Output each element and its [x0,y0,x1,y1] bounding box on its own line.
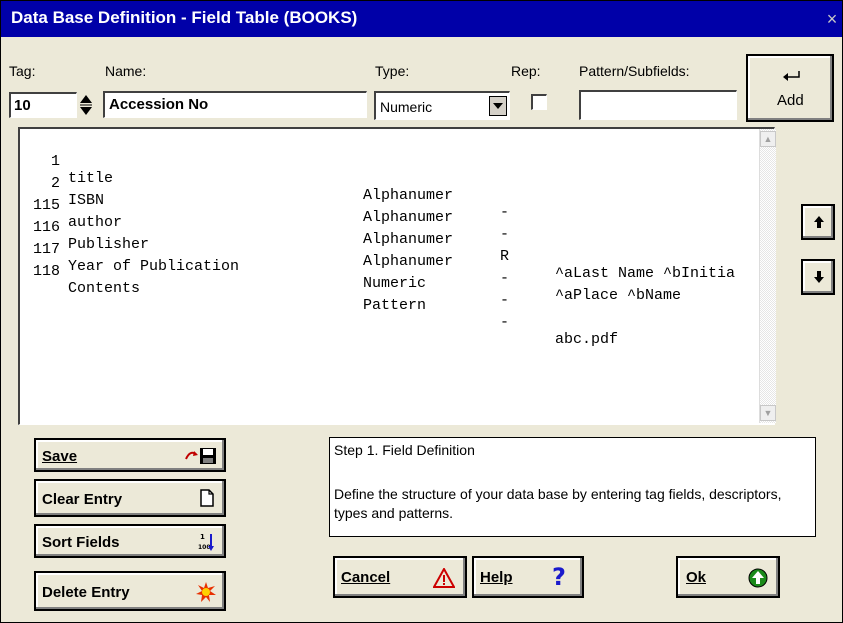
name-input-value: Accession No [109,96,209,113]
sort-icon: 1 100 [198,533,214,551]
help-button[interactable]: Help ? [472,556,584,598]
rep-label: Rep: [511,63,541,79]
list-item[interactable]: 115 author Alphanumer R ^aLast Name ^bIn… [24,180,735,282]
pattern-label: Pattern/Subfields: [579,63,690,79]
field-pattern: ^aLast Name ^bInitia [555,265,736,282]
tag-spinner[interactable] [79,93,93,117]
arrow-down-icon [814,271,824,283]
scroll-up-icon[interactable]: ▲ [760,131,776,147]
svg-text:1: 1 [200,533,205,541]
save-disk-icon [185,448,216,464]
name-input[interactable]: Accession No [103,91,367,118]
add-button-label: Add [777,92,804,109]
list-scrollbar[interactable]: ▲ ▼ [759,129,776,423]
list-item[interactable]: 116 Publisher Alphanumer - ^aPlace ^bNam… [24,202,681,304]
field-list[interactable]: 1 title Alphanumer - 2 ISBN Alphanumer -… [18,127,776,425]
field-rep: R [500,248,510,265]
field-tag: 118 [32,263,60,280]
field-rep: - [500,270,510,287]
type-label: Type: [375,63,410,79]
close-icon[interactable]: × [822,5,842,33]
field-type: Alphanumer [363,187,454,204]
tag-label: Tag: [9,63,36,79]
window-title: Data Base Definition - Field Table (BOOK… [11,8,358,27]
svg-text:?: ? [552,564,566,590]
type-select-value: Numeric [380,99,433,115]
ok-button[interactable]: Ok [676,556,780,598]
cancel-button-label: Cancel [341,569,391,586]
clear-entry-button[interactable]: Clear Entry [34,479,226,517]
save-button[interactable]: Save [34,438,226,472]
save-button-label: Save [42,448,78,465]
explosion-icon [196,582,216,602]
field-rep: - [500,204,510,221]
sort-fields-button[interactable]: Sort Fields 1 100 [34,524,226,558]
field-type: Alphanumer [363,209,454,226]
step-help-panel: Step 1. Field Definition Define the stru… [329,437,816,537]
field-name: Contents [68,280,141,297]
move-down-button[interactable] [801,259,835,295]
help-button-label: Help [480,569,513,586]
svg-text:100: 100 [198,544,211,551]
list-item[interactable]: 2 ISBN Alphanumer - [24,158,509,243]
list-item[interactable]: 1 title Alphanumer - [24,136,509,221]
field-rep: - [500,292,510,309]
list-item[interactable]: 117 Year of Publication Numeric - [24,224,509,309]
chevron-down-icon [493,103,503,109]
ok-button-label: Ok [686,569,707,586]
field-table-dialog: Data Base Definition - Field Table (BOOK… [0,0,843,623]
help-heading: Step 1. Field Definition [334,442,475,458]
rep-checkbox[interactable] [531,94,547,110]
field-rep: - [500,226,510,243]
title-bar: Data Base Definition - Field Table (BOOK… [1,1,842,37]
field-name: Year of Publication [68,258,240,275]
green-up-arrow-icon [748,568,768,588]
pattern-input[interactable] [579,90,737,120]
clear-entry-button-label: Clear Entry [42,491,123,508]
tag-input-value: 10 [14,97,31,114]
field-name: Publisher [68,236,150,253]
arrow-up-icon [814,216,824,228]
field-type: Pattern [363,297,427,314]
question-icon: ? [552,564,566,590]
name-label: Name: [105,63,147,79]
field-type: Numeric [363,275,427,292]
help-body: Define the structure of your data base b… [334,486,782,521]
field-pattern: ^aPlace ^bName [555,287,682,304]
new-document-icon [200,489,214,507]
delete-entry-button[interactable]: Delete Entry [34,571,226,611]
cancel-button[interactable]: Cancel [333,556,467,598]
add-button[interactable]: Add [746,54,834,122]
move-up-button[interactable] [801,204,835,240]
enter-icon [783,71,800,81]
field-type: Alphanumer [363,253,454,270]
tag-input[interactable]: 10 [9,92,77,118]
field-rep: - [500,314,510,331]
sort-fields-button-label: Sort Fields [42,534,120,551]
list-item[interactable]: 118 Contents Pattern - abc.pdf [24,246,618,348]
type-select[interactable]: Numeric [374,91,510,120]
field-pattern: abc.pdf [555,331,619,348]
type-dropdown-button[interactable] [489,96,507,116]
scroll-down-icon[interactable]: ▼ [760,405,776,421]
delete-entry-button-label: Delete Entry [42,584,130,601]
field-type: Alphanumer [363,231,454,248]
warning-icon [433,568,455,588]
